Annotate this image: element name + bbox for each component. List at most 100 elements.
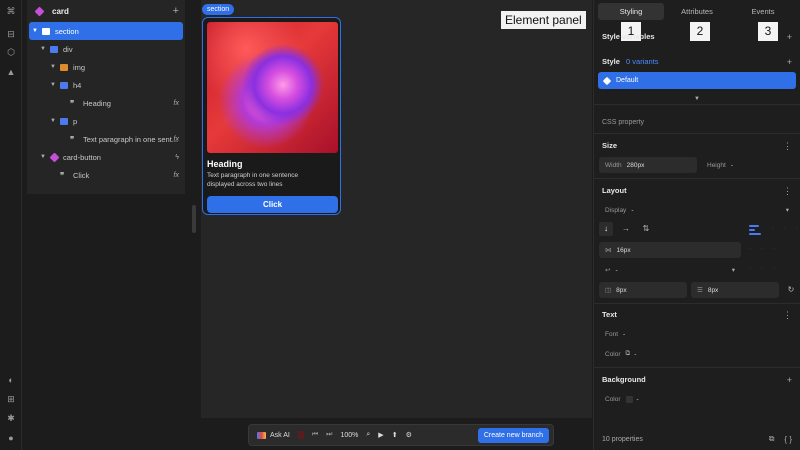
text-menu-icon[interactable]: ⋮	[783, 310, 792, 321]
section-tag[interactable]: section	[202, 4, 235, 15]
align-grid-icon[interactable]: ···	[749, 246, 785, 252]
chevron-down-icon[interactable]: ▼	[694, 96, 700, 102]
create-branch-button[interactable]: Create new branch	[477, 427, 549, 443]
gap-icon: ⋈	[605, 247, 612, 254]
default-style[interactable]: Default	[598, 72, 796, 89]
fx-icon[interactable]: fx	[174, 136, 179, 143]
chevron-down-icon[interactable]: ▼	[31, 28, 39, 34]
chevron-down-icon[interactable]: ▾	[732, 266, 735, 274]
direction-down-icon[interactable]: ↓	[599, 222, 613, 236]
add-layer-button[interactable]: +	[173, 5, 179, 17]
diamond-icon	[602, 76, 612, 85]
logo-icon[interactable]: ⌘	[5, 5, 17, 17]
copy-icon[interactable]: ⧉	[769, 434, 775, 444]
text-icon: ❞	[60, 170, 65, 180]
layer-img[interactable]: ▼ img	[27, 58, 185, 76]
layer-card-button[interactable]: ▼ card-button ϟ	[27, 148, 185, 166]
layout-menu-icon[interactable]: ⋮	[783, 186, 792, 197]
card-heading[interactable]: Heading	[207, 159, 336, 169]
card-preview[interactable]: Heading Text paragraph in one sentence d…	[202, 17, 341, 215]
layer-label: img	[73, 62, 86, 72]
component-icon	[34, 6, 45, 16]
gap-field[interactable]: ⋈ 16px	[599, 242, 741, 258]
layer-div[interactable]: ▼ div	[27, 40, 185, 58]
code-icon[interactable]: { }	[784, 435, 792, 444]
color-swatch-icon[interactable]	[625, 395, 633, 403]
layer-p[interactable]: ▼ p	[27, 112, 185, 130]
layers-title: card	[52, 6, 69, 16]
settings-icon[interactable]: ⚙	[406, 431, 412, 439]
layer-paragraph-text[interactable]: ❞ Text paragraph in one sent... fx	[27, 130, 185, 148]
tab-styling[interactable]: Styling	[598, 3, 664, 20]
card-button[interactable]: Click	[207, 196, 338, 213]
zoom-icon[interactable]: ⌕	[366, 431, 370, 439]
chevron-down-icon[interactable]: ▾	[786, 206, 789, 214]
width-field[interactable]: Width 280px	[599, 157, 697, 173]
padding-vertical-field[interactable]: ☰ 8px	[691, 282, 779, 298]
element-icon	[42, 27, 50, 35]
layer-heading-text[interactable]: ❞ Heading fx	[27, 94, 185, 112]
palette-icon[interactable]: ◐	[5, 374, 17, 386]
add-style-button[interactable]: +	[787, 57, 792, 67]
align-left-icon[interactable]	[749, 225, 761, 237]
assets-icon[interactable]: ▲	[5, 66, 17, 78]
ask-ai-button[interactable]: Ask AI	[257, 431, 290, 439]
chevron-down-icon[interactable]: ▼	[49, 64, 57, 70]
direction-right-icon[interactable]: →	[619, 222, 633, 236]
padding-horizontal-field[interactable]: ◫ 8px	[599, 282, 687, 298]
tab-attributes[interactable]: Attributes	[664, 3, 730, 20]
add-variable-button[interactable]: +	[787, 32, 792, 42]
add-background-button[interactable]: +	[787, 375, 792, 385]
card-paragraph[interactable]: Text paragraph in one sentence displayed…	[207, 171, 327, 189]
fx-icon[interactable]: fx	[174, 100, 179, 107]
lightning-icon[interactable]: ϟ	[175, 154, 179, 161]
color-swatch-icon[interactable]: ⧉	[626, 350, 631, 358]
step-forward-icon[interactable]: ⏭	[326, 431, 332, 439]
layer-label: section	[55, 26, 79, 36]
layer-label: div	[63, 44, 73, 54]
chevron-down-icon[interactable]: ▼	[49, 82, 57, 88]
gift-icon[interactable]: ⊞	[5, 393, 17, 405]
play-icon[interactable]: ▶	[378, 431, 383, 439]
inspector-panel: Styling Attributes Events 1 2 3 Style va…	[593, 0, 800, 450]
chevron-down-icon[interactable]: ▼	[39, 46, 47, 52]
font-field[interactable]: Font -	[599, 326, 699, 342]
layers-icon[interactable]: ⊟	[5, 28, 17, 40]
components-icon[interactable]: ⬡	[5, 46, 17, 58]
upload-icon[interactable]: ⬆	[392, 431, 398, 439]
layer-click-text[interactable]: ❞ Click fx	[27, 166, 185, 184]
css-property-placeholder[interactable]: CSS property	[602, 119, 644, 126]
background-color-field[interactable]: Color -	[599, 391, 699, 407]
align-grid-icon[interactable]: ···	[749, 266, 785, 272]
reset-icon[interactable]: ↻	[784, 283, 798, 297]
record-icon[interactable]	[297, 431, 304, 439]
width-value: 280px	[626, 161, 645, 169]
direction-swap-icon[interactable]: ⇅	[639, 222, 653, 236]
zoom-level[interactable]: 100%	[340, 432, 358, 439]
variants-link[interactable]: 0 variants	[626, 57, 659, 66]
default-label: Default	[616, 77, 639, 84]
card-image[interactable]	[207, 22, 338, 153]
size-menu-icon[interactable]: ⋮	[783, 141, 792, 152]
fx-icon[interactable]: fx	[174, 172, 179, 179]
padding-h-value: 8px	[616, 286, 627, 294]
element-icon	[60, 117, 68, 125]
resize-handle[interactable]	[192, 205, 196, 233]
bug-icon[interactable]: ✱	[5, 412, 17, 424]
text-color-field[interactable]: Color ⧉ -	[599, 346, 699, 362]
height-field[interactable]: Height -	[701, 157, 781, 173]
divider	[594, 367, 800, 368]
help-icon[interactable]: ●	[5, 432, 17, 444]
background-color-value: -	[636, 395, 639, 403]
chevron-down-icon[interactable]: ▼	[49, 118, 57, 124]
wrap-field[interactable]: ↩ - ▾	[599, 262, 741, 278]
step-back-icon[interactable]: ⏮	[312, 431, 318, 439]
layer-h4[interactable]: ▼ h4	[27, 76, 185, 94]
layer-section[interactable]: ▼ section	[29, 22, 183, 40]
tab-events[interactable]: Events	[730, 3, 796, 20]
display-field[interactable]: Display - ▾	[599, 202, 795, 218]
text-icon: ❞	[70, 134, 75, 144]
style-row: Style 0 variants +	[602, 57, 792, 67]
chevron-down-icon[interactable]: ▼	[39, 154, 47, 160]
align-grid-icon[interactable]: ···	[772, 226, 800, 232]
